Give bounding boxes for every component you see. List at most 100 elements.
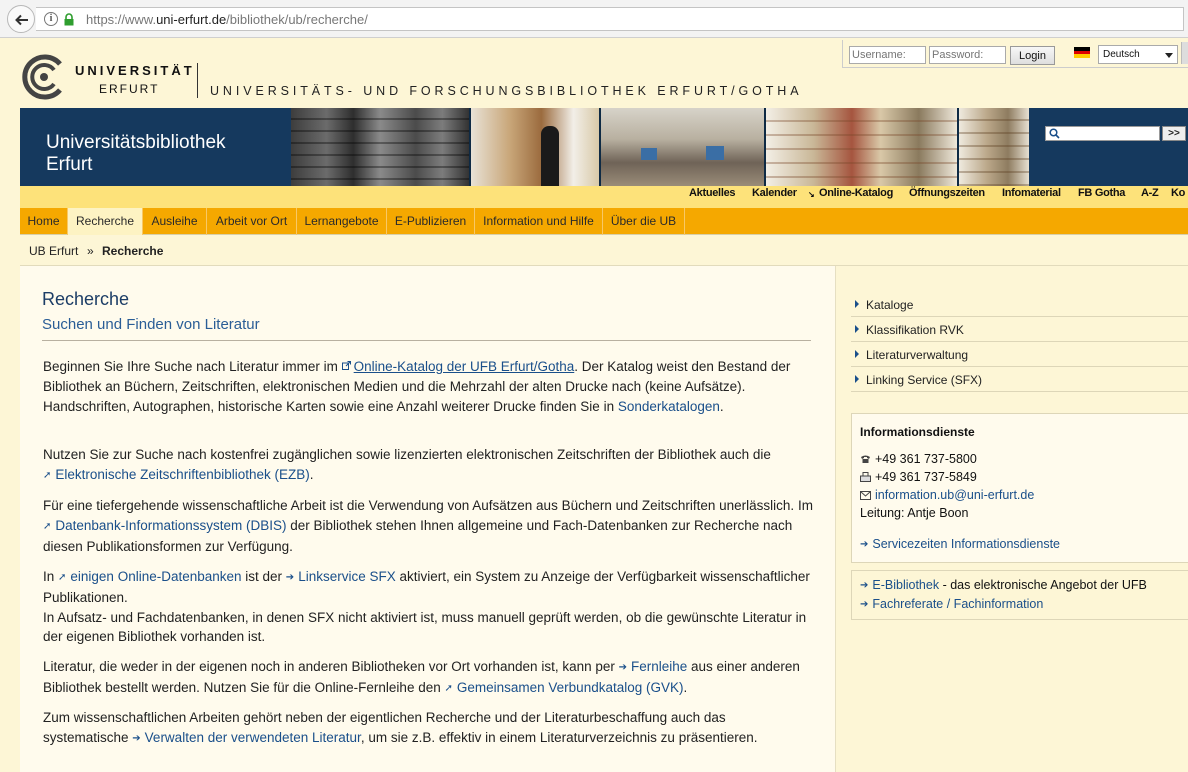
back-button[interactable] <box>7 5 35 33</box>
mail-icon <box>860 491 871 500</box>
info-email-link[interactable]: information.ub@uni-erfurt.de <box>875 488 1034 502</box>
nav-information-und-hilfe[interactable]: Information und Hilfe <box>475 208 603 235</box>
language-area: Deutsch <box>1066 40 1188 68</box>
text: In Aufsatz- und Fachdatenbanken, in dene… <box>43 609 807 645</box>
link-fachreferate[interactable]: Fachreferate / Fachinformation <box>872 597 1043 611</box>
paragraph-literaturverwaltung: Zum wissenschaftlichen Arbeiten gehört n… <box>43 708 813 749</box>
german-flag-icon <box>1074 47 1090 59</box>
text: ist der <box>241 569 286 584</box>
paragraph-dbis: Für eine tiefergehende wissenschaftliche… <box>43 496 813 556</box>
breadcrumb-separator: » <box>87 244 94 258</box>
text: . <box>719 398 724 414</box>
link-fernleihe[interactable]: Fernleihe <box>631 659 687 674</box>
arrow-right-icon: ➔ <box>132 732 141 744</box>
text: . <box>309 466 314 482</box>
sidebar-item-kataloge[interactable]: Kataloge <box>851 292 1188 317</box>
site-header: UNIVERSITÄT ERFURT UNIVERSITÄTS- UND FOR… <box>0 38 1188 108</box>
util-nav-kalender[interactable]: Kalender <box>752 187 797 199</box>
nav-home[interactable]: Home <box>20 208 68 235</box>
search-icon <box>1049 128 1060 139</box>
fax-icon <box>860 472 871 482</box>
logo-line-1: UNIVERSITÄT <box>75 63 195 78</box>
text: In <box>43 569 59 584</box>
university-logo-icon[interactable] <box>20 52 66 102</box>
url-domain: uni-erfurt.de <box>156 12 227 27</box>
address-bar[interactable]: i https://www.uni-erfurt.de/bibliothek/u… <box>36 7 1184 31</box>
util-nav-a-z[interactable]: A-Z <box>1141 187 1159 199</box>
info-leitung: Leitung: Antje Boon <box>860 506 969 520</box>
text: Beginnen Sie Ihre Suche nach Literatur i… <box>43 359 342 374</box>
text: . <box>683 679 688 695</box>
sidebar-item-label: Linking Service (SFX) <box>866 373 983 387</box>
util-nav-online-katalog[interactable]: Online-Katalog <box>819 187 893 199</box>
chevron-down-icon <box>1165 53 1173 58</box>
paragraph-sfx: In ➚ einigen Online-Datenbanken ist der ➔… <box>43 567 813 647</box>
extra-ebib: ➔ E-Bibliothek - das elektronische Angebo… <box>860 578 1147 592</box>
sidebar-item-label: Literaturverwaltung <box>866 348 969 362</box>
text: Für eine tiefergehende wissenschaftliche… <box>43 498 813 513</box>
info-service-hours: ➔ Servicezeiten Informationsdienste <box>860 537 1060 551</box>
link-online-datenbanken[interactable]: einigen Online-Datenbanken <box>70 569 241 584</box>
nav-ausleihe[interactable]: Ausleihe <box>143 208 207 235</box>
util-nav-aktuelles[interactable]: Aktuelles <box>689 187 736 199</box>
info-phone: +49 361 737-5800 <box>860 452 977 466</box>
extra-ebib-text: - das elektronische Angebot der UFB <box>939 578 1147 592</box>
login-button[interactable]: Login <box>1010 46 1055 65</box>
library-name: UNIVERSITÄTS- UND FORSCHUNGSBIBLIOTHEK E… <box>210 84 803 98</box>
username-input[interactable] <box>849 46 926 64</box>
link-linkservice-sfx[interactable]: Linkservice SFX <box>298 569 396 584</box>
arrow-right-icon: ➔ <box>860 599 869 610</box>
nav-recherche[interactable]: Recherche <box>68 208 143 235</box>
text: Handschriften, Autographen, historische … <box>43 398 618 414</box>
util-nav-infomaterial[interactable]: Infomaterial <box>1002 187 1061 199</box>
banner: Universitätsbibliothek Erfurt >> <box>20 108 1188 186</box>
sidebar-item-klassifikation[interactable]: Klassifikation RVK <box>851 317 1188 342</box>
title-divider <box>42 340 811 341</box>
search-input[interactable] <box>1045 126 1160 141</box>
link-servicezeiten[interactable]: Servicezeiten Informationsdienste <box>872 537 1060 551</box>
util-nav-fb-gotha[interactable]: FB Gotha <box>1078 187 1125 199</box>
library-photo-strip <box>291 108 1029 186</box>
link-literaturverwaltung[interactable]: Verwalten der verwendeten Literatur <box>145 730 361 745</box>
password-input[interactable] <box>929 46 1006 64</box>
triangle-right-icon <box>855 350 859 358</box>
util-nav-oeffnungszeiten[interactable]: Öffnungszeiten <box>909 187 985 199</box>
triangle-right-icon <box>855 300 859 308</box>
search-submit-button[interactable]: >> <box>1162 126 1186 141</box>
url-path: /bibliothek/ub/recherche/ <box>226 12 368 27</box>
link-online-katalog[interactable]: Online-Katalog der UFB Erfurt/Gotha <box>354 359 575 374</box>
util-nav-kontakt[interactable]: Ko <box>1171 187 1185 199</box>
info-services-box: Informationsdienste +49 361 737-5800 +49… <box>851 413 1188 563</box>
banner-title: Universitätsbibliothek Erfurt <box>46 132 226 176</box>
nav-lernangebote[interactable]: Lernangebote <box>297 208 387 235</box>
link-ezb[interactable]: Elektronische Zeitschriftenbibliothek (E… <box>55 467 309 482</box>
info-icon[interactable]: i <box>44 12 58 26</box>
external-link-icon: ↘ <box>808 190 815 199</box>
sidebar-item-label: Klassifikation RVK <box>866 323 964 337</box>
breadcrumb-home[interactable]: UB Erfurt <box>29 244 78 258</box>
utility-nav: Aktuelles Kalender ↘ Online-Katalog Öffn… <box>20 186 1188 208</box>
banner-title-line-1: Universitätsbibliothek <box>46 132 226 153</box>
link-dbis[interactable]: Datenbank-Informationssystem (DBIS) <box>55 518 286 533</box>
sidebar-item-sfx[interactable]: Linking Service (SFX) <box>851 367 1188 392</box>
link-gvk[interactable]: Gemeinsamen Verbundkatalog (GVK) <box>457 680 684 695</box>
link-e-bibliothek[interactable]: E-Bibliothek <box>872 578 939 592</box>
language-select[interactable]: Deutsch <box>1098 45 1178 64</box>
library-photo-2 <box>471 108 601 186</box>
extra-fachreferate: ➔ Fachreferate / Fachinformation <box>860 597 1043 611</box>
nav-e-publizieren[interactable]: E-Publizieren <box>387 208 475 235</box>
nav-ueber-die-ub[interactable]: Über die UB <box>603 208 685 235</box>
text: Nutzen Sie zur Suche nach kostenfrei zug… <box>43 447 771 462</box>
sidebar-item-literaturverwaltung[interactable]: Literaturverwaltung <box>851 342 1188 367</box>
url-prefix: https://www. <box>86 12 157 27</box>
nav-arbeit-vor-ort[interactable]: Arbeit vor Ort <box>207 208 297 235</box>
scrollbar[interactable] <box>1181 42 1188 64</box>
logo-line-2: ERFURT <box>99 82 160 96</box>
language-value: Deutsch <box>1103 49 1140 60</box>
main-content: Recherche Suchen und Finden von Literatu… <box>20 266 836 772</box>
page-subtitle: Suchen und Finden von Literatur <box>42 316 260 333</box>
triangle-right-icon <box>855 375 859 383</box>
link-sonderkatalogen[interactable]: Sonderkatalogen <box>618 399 720 414</box>
arrow-right-icon: ➚ <box>58 572 67 583</box>
arrow-left-icon <box>15 14 28 26</box>
